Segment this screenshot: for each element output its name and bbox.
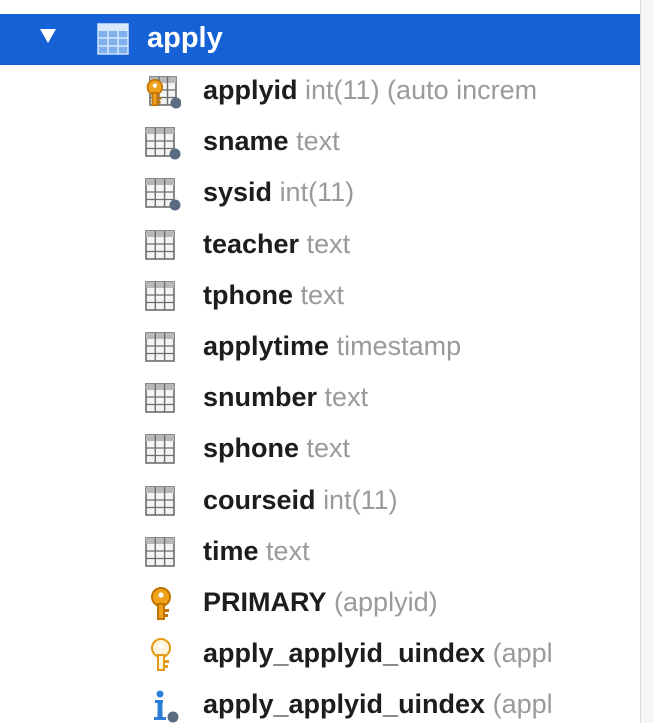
index-info-icon [145, 689, 181, 723]
disclosure-triangle-icon[interactable] [40, 29, 56, 43]
primary-key-column-icon [145, 75, 182, 109]
row-text: snumber text [203, 374, 368, 420]
tree-row[interactable]: apply_applyid_uindex (appl [0, 679, 640, 723]
tree-row[interactable]: sname text [0, 116, 640, 167]
unique-key-icon [145, 638, 181, 672]
row-detail: (appl [492, 638, 553, 669]
row-text: tphone text [203, 272, 344, 318]
row-text: teacher text [203, 221, 350, 267]
row-name: sysid [203, 177, 273, 208]
row-name: applyid [203, 75, 298, 105]
table-row-apply[interactable] [0, 14, 640, 65]
column-icon [145, 485, 181, 519]
tree-row[interactable]: snumber text [0, 372, 640, 423]
row-text: applytime timestamp [203, 323, 461, 369]
row-detail: (appl [492, 689, 553, 720]
row-text: sname text [203, 118, 340, 164]
row-text: time text [203, 528, 310, 574]
row-text: sphone text [203, 425, 350, 471]
tree-row[interactable]: time text [0, 526, 640, 577]
column-icon [145, 229, 181, 263]
row-name: time [203, 535, 259, 566]
table-name[interactable]: apply [147, 16, 223, 61]
column-icon [145, 536, 181, 570]
tree-row[interactable]: tphone text [0, 270, 640, 321]
row-detail: int(11) [279, 177, 355, 208]
row-name: courseid [203, 484, 316, 515]
tree-row[interactable]: apply_applyid_uindex (appl [0, 628, 640, 679]
primary-key-icon [145, 586, 181, 621]
column-list: applyid int(11) (auto increm sname text sy… [0, 65, 640, 723]
tree-row[interactable]: PRIMARY (applyid) [0, 577, 640, 628]
row-detail: int(11) [323, 484, 398, 515]
column-icon [145, 280, 181, 314]
tree-row[interactable]: teacher text [0, 219, 640, 270]
row-name: sname [203, 126, 289, 157]
indexed-column-icon [145, 177, 181, 211]
schema-tree-panel: apply applyid int(11) (auto increm sname … [0, 0, 640, 723]
row-detail: (applyid) [334, 586, 438, 617]
indexed-column-icon [145, 126, 181, 160]
row-detail: timestamp [336, 330, 462, 361]
row-name: PRIMARY [203, 586, 327, 617]
row-text: courseid int(11) [203, 477, 398, 523]
row-text: applyid int(11) (auto increm [203, 67, 537, 113]
column-icon [145, 433, 181, 467]
row-text: PRIMARY (applyid) [203, 579, 438, 625]
tree-row[interactable]: applyid int(11) (auto increm [0, 65, 640, 116]
row-detail: text [300, 279, 345, 310]
column-icon [145, 331, 181, 365]
row-detail: text [324, 382, 369, 413]
row-text: apply_applyid_uindex (appl [203, 681, 553, 723]
row-detail: text [266, 535, 310, 566]
row-name: tphone [203, 279, 293, 310]
row-name: apply_applyid_uindex [203, 638, 486, 669]
tree-row[interactable]: sysid int(11) [0, 167, 640, 218]
row-name: applytime [203, 330, 330, 361]
row-detail: text [306, 433, 351, 464]
row-detail: text [306, 228, 351, 259]
tree-row[interactable]: sphone text [0, 423, 640, 474]
row-name: sphone [203, 433, 300, 464]
panel-edge [640, 0, 654, 723]
tree-row[interactable]: courseid int(11) [0, 475, 640, 526]
row-name: snumber [203, 382, 318, 413]
row-text: sysid int(11) [203, 169, 354, 215]
tree-row[interactable]: applytime timestamp [0, 321, 640, 372]
row-text: apply_applyid_uindex (appl [203, 630, 553, 676]
row-detail: int(11) (auto increm [305, 75, 538, 105]
column-icon [145, 382, 181, 416]
table-icon [97, 23, 131, 60]
row-detail: text [296, 126, 340, 157]
row-name: apply_applyid_uindex [203, 689, 486, 720]
row-name: teacher [203, 228, 300, 259]
